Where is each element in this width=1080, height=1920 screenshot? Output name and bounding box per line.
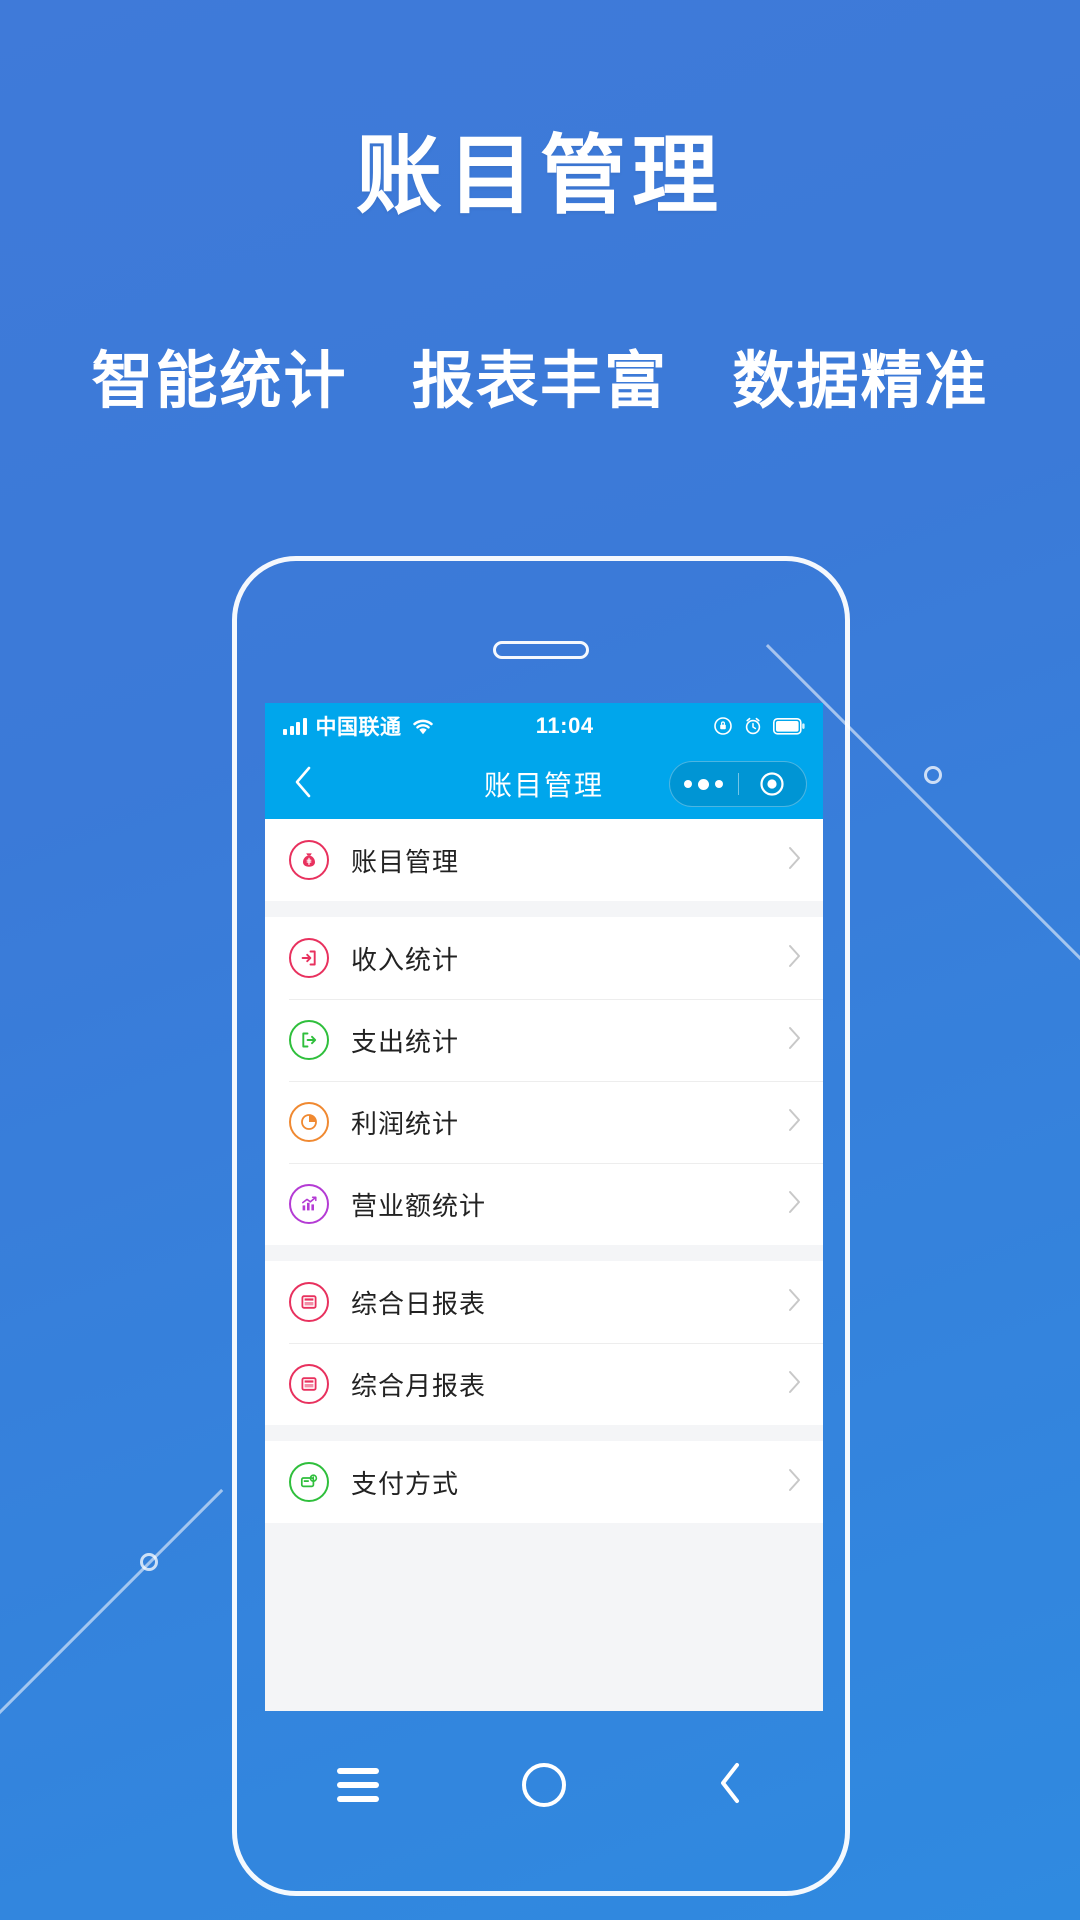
- carrier-label: 中国联通: [315, 716, 402, 739]
- list-item-label: 收入统计: [351, 944, 460, 975]
- chevron-right-icon: [787, 1108, 801, 1137]
- pie-chart-icon: [289, 1102, 329, 1142]
- chevron-right-icon: [787, 1468, 801, 1497]
- list-item-label: 支出统计: [351, 1026, 460, 1057]
- list-group-1: 账目管理: [265, 819, 823, 901]
- status-bar-left: 中国联通: [283, 711, 435, 741]
- list-spacer: [265, 1245, 823, 1261]
- decor-dot-bottom-left: [140, 1553, 158, 1571]
- list-item-label: 利润统计: [351, 1108, 460, 1139]
- chevron-right-icon: [787, 846, 801, 875]
- alarm-clock-icon: [743, 716, 763, 736]
- status-bar-time: 11:04: [535, 713, 594, 738]
- list-item-label: 账目管理: [351, 846, 460, 877]
- battery-icon: [773, 717, 805, 735]
- subtitle-part-2: 报表丰富: [411, 347, 668, 416]
- android-back-button[interactable]: [695, 1750, 765, 1820]
- app-nav-bar: 账目管理: [265, 749, 823, 819]
- chevron-right-icon: [787, 1288, 801, 1317]
- wechat-capsule[interactable]: [669, 761, 807, 807]
- list-item[interactable]: 收入统计: [265, 917, 823, 999]
- list-item-label: 支付方式: [351, 1468, 460, 1499]
- chevron-right-icon: [787, 1026, 801, 1055]
- report-icon: [289, 1282, 329, 1322]
- report-icon: [289, 1364, 329, 1404]
- rotation-lock-icon: [713, 716, 733, 736]
- list-group-2: 收入统计 支出统计 利润统计 营业额统计: [265, 917, 823, 1245]
- arrow-out-door-icon: [289, 1020, 329, 1060]
- phone-speaker: [493, 641, 589, 659]
- menu-icon: [337, 1768, 379, 1802]
- trend-chart-icon: [289, 1184, 329, 1224]
- chevron-right-icon: [787, 944, 801, 973]
- list-item-label: 综合日报表: [351, 1288, 487, 1319]
- money-bag-icon: [289, 840, 329, 880]
- android-nav-bar: [265, 1711, 823, 1859]
- list-group-4: 支付方式: [265, 1441, 823, 1523]
- list-group-3: 综合日报表 综合月报表: [265, 1261, 823, 1425]
- android-home-button[interactable]: [509, 1750, 579, 1820]
- chevron-right-icon: [787, 1190, 801, 1219]
- list-spacer: [265, 901, 823, 917]
- home-circle-icon: [522, 1763, 566, 1807]
- status-bar-right: [713, 716, 805, 736]
- subtitle-part-3: 数据精准: [732, 347, 989, 416]
- list-item[interactable]: 营业额统计: [265, 1163, 823, 1245]
- phone-mockup: 中国联通 11:04 账目管理 账目管理 收入统计 支出统计 利润统计 营业额统…: [232, 556, 850, 1896]
- list-item[interactable]: 账目管理: [265, 819, 823, 901]
- page-subtitle: 智能统计 报表丰富 数据精准: [0, 330, 1080, 420]
- decor-diagonal-line-bottom-left: [0, 1488, 224, 1803]
- chevron-right-icon: [787, 1370, 801, 1399]
- list-item[interactable]: 综合日报表: [265, 1261, 823, 1343]
- arrow-into-door-icon: [289, 938, 329, 978]
- phone-screen: 中国联通 11:04 账目管理 账目管理 收入统计 支出统计 利润统计 营业额统…: [265, 703, 823, 1711]
- chevron-left-icon: [292, 765, 314, 804]
- list-item-label: 综合月报表: [351, 1370, 487, 1401]
- android-menu-button[interactable]: [323, 1750, 393, 1820]
- settings-list: 账目管理 收入统计 支出统计 利润统计 营业额统计 综合日报表 综合月报表 支付…: [265, 819, 823, 1711]
- list-item[interactable]: 支付方式: [265, 1441, 823, 1523]
- page-title: 账目管理: [356, 128, 724, 224]
- headline-block: 账目管理: [0, 130, 1080, 223]
- list-item[interactable]: 综合月报表: [265, 1343, 823, 1425]
- more-dots-icon[interactable]: [670, 778, 738, 790]
- nav-back-button[interactable]: [281, 762, 325, 806]
- status-bar: 中国联通 11:04: [265, 703, 823, 749]
- chevron-left-icon: [717, 1762, 743, 1809]
- subheadline-block: 智能统计 报表丰富 数据精准: [0, 330, 1080, 420]
- decor-dot-top-right: [924, 766, 942, 784]
- subtitle-part-1: 智能统计: [91, 347, 348, 416]
- target-circle-icon[interactable]: [739, 770, 807, 798]
- payment-card-icon: [289, 1462, 329, 1502]
- signal-bars-icon: [283, 717, 307, 735]
- list-item-label: 营业额统计: [351, 1190, 487, 1221]
- list-spacer: [265, 1425, 823, 1441]
- list-item[interactable]: 支出统计: [265, 999, 823, 1081]
- list-item[interactable]: 利润统计: [265, 1081, 823, 1163]
